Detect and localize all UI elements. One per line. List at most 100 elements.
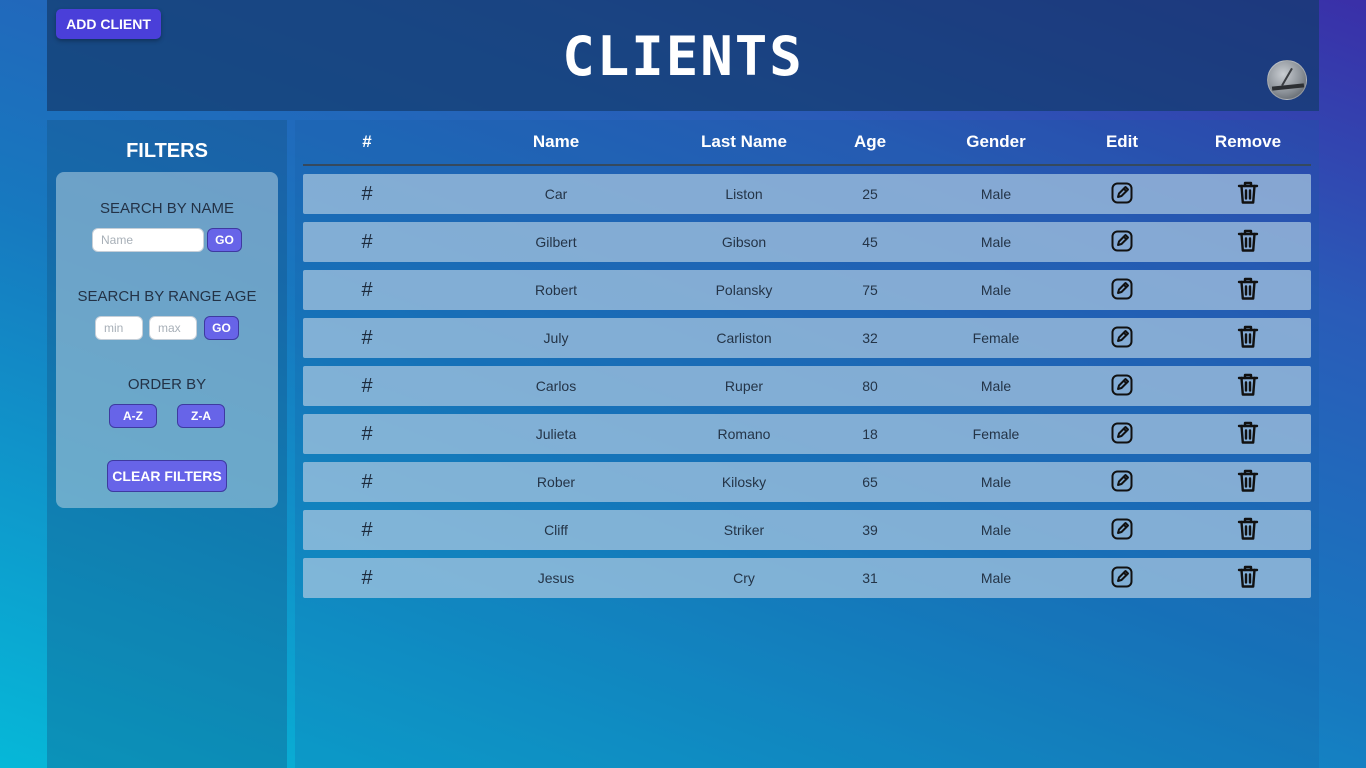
table-row: # Car Liston 25 Male <box>303 174 1311 214</box>
row-age: 18 <box>862 426 878 442</box>
row-hash: # <box>361 374 373 397</box>
trash-icon[interactable] <box>1236 324 1260 350</box>
row-name: July <box>543 330 569 346</box>
search-by-age-label: SEARCH BY RANGE AGE <box>77 288 257 305</box>
row-hash: # <box>361 422 373 445</box>
column-header-gender: Gender <box>966 132 1026 151</box>
order-az-button[interactable]: A-Z <box>109 404 157 428</box>
table-row: # Carlos Ruper 80 Male <box>303 366 1311 406</box>
row-gender: Male <box>980 378 1012 394</box>
row-gender: Female <box>972 330 1020 346</box>
age-search-go-button[interactable]: GO <box>204 316 239 340</box>
filters-title: FILTERS <box>126 140 208 162</box>
trash-icon[interactable] <box>1236 276 1260 302</box>
filters-sidebar: FILTERS SEARCH BY NAME GO SEARCH BY RANG… <box>47 120 287 768</box>
name-search-input[interactable] <box>92 228 204 252</box>
search-by-name-label: SEARCH BY NAME <box>100 200 234 217</box>
row-gender: Male <box>980 282 1012 298</box>
row-age: 45 <box>862 234 878 250</box>
trash-icon[interactable] <box>1236 468 1260 494</box>
order-za-button[interactable]: Z-A <box>177 404 225 428</box>
row-hash: # <box>361 230 373 253</box>
edit-icon[interactable] <box>1110 181 1134 205</box>
min-age-input[interactable] <box>95 316 143 340</box>
row-last-name: Carliston <box>716 330 772 346</box>
row-gender: Male <box>980 186 1012 202</box>
header: ADD CLIENT CLIENTS <box>47 0 1319 111</box>
edit-icon[interactable] <box>1110 517 1134 541</box>
row-hash: # <box>361 326 373 349</box>
row-name: Car <box>544 186 568 202</box>
row-age: 75 <box>862 282 878 298</box>
clear-filters-button[interactable]: CLEAR FILTERS <box>107 460 227 492</box>
row-gender: Female <box>972 426 1020 442</box>
row-name: Rober <box>536 474 576 490</box>
row-name: Jesus <box>537 570 575 586</box>
row-name: Gilbert <box>535 234 577 250</box>
row-age: 65 <box>862 474 878 490</box>
order-by-label: ORDER BY <box>127 376 207 393</box>
trash-icon[interactable] <box>1236 564 1260 590</box>
row-gender: Male <box>980 474 1012 490</box>
avatar-image-detail <box>1271 83 1305 91</box>
row-gender: Male <box>980 570 1012 586</box>
column-header-edit: Edit <box>1105 132 1139 151</box>
row-hash: # <box>361 182 373 205</box>
max-age-input[interactable] <box>149 316 197 340</box>
edit-icon[interactable] <box>1110 469 1134 493</box>
row-last-name: Polansky <box>715 282 773 298</box>
page-title: CLIENTS <box>562 25 804 88</box>
row-hash: # <box>361 278 373 301</box>
row-last-name: Romano <box>717 426 771 442</box>
user-avatar[interactable] <box>1267 60 1307 100</box>
row-name: Robert <box>534 282 578 298</box>
edit-icon[interactable] <box>1110 229 1134 253</box>
filters-card: SEARCH BY NAME GO SEARCH BY RANGE AGE GO… <box>56 172 278 508</box>
row-last-name: Striker <box>723 522 765 538</box>
trash-icon[interactable] <box>1236 228 1260 254</box>
table-row: # Cliff Striker 39 Male <box>303 510 1311 550</box>
table-row: # July Carliston 32 Female <box>303 318 1311 358</box>
trash-icon[interactable] <box>1236 180 1260 206</box>
row-last-name: Gibson <box>721 234 767 250</box>
table-row: # Julieta Romano 18 Female <box>303 414 1311 454</box>
edit-icon[interactable] <box>1110 325 1134 349</box>
row-last-name: Kilosky <box>721 474 767 490</box>
row-last-name: Ruper <box>724 378 764 394</box>
avatar-image-detail <box>1281 67 1293 87</box>
edit-icon[interactable] <box>1110 373 1134 397</box>
edit-icon[interactable] <box>1110 421 1134 445</box>
column-header-name: Name <box>532 132 580 151</box>
row-last-name: Liston <box>725 186 763 202</box>
table-row: # Robert Polansky 75 Male <box>303 270 1311 310</box>
clients-table-area: # Name Last Name Age Gender Edit Remove … <box>295 120 1319 768</box>
row-hash: # <box>361 518 373 541</box>
row-gender: Male <box>980 234 1012 250</box>
column-header-last-name: Last Name <box>701 132 787 151</box>
trash-icon[interactable] <box>1236 516 1260 542</box>
column-header-remove: Remove <box>1214 132 1282 151</box>
row-age: 39 <box>862 522 878 538</box>
row-age: 31 <box>862 570 878 586</box>
row-hash: # <box>361 566 373 589</box>
row-name: Carlos <box>535 378 577 394</box>
table-row: # Gilbert Gibson 45 Male <box>303 222 1311 262</box>
column-header-age: Age <box>853 132 887 151</box>
row-gender: Male <box>980 522 1012 538</box>
edit-icon[interactable] <box>1110 277 1134 301</box>
trash-icon[interactable] <box>1236 420 1260 446</box>
row-last-name: Cry <box>733 570 755 586</box>
row-age: 32 <box>862 330 878 346</box>
row-age: 25 <box>862 186 878 202</box>
column-header-number: # <box>362 132 372 151</box>
row-name: Cliff <box>544 522 568 538</box>
table-row: # Jesus Cry 31 Male <box>303 558 1311 598</box>
edit-icon[interactable] <box>1110 565 1134 589</box>
trash-icon[interactable] <box>1236 372 1260 398</box>
table-row: # Rober Kilosky 65 Male <box>303 462 1311 502</box>
row-name: Julieta <box>535 426 577 442</box>
name-search-go-button[interactable]: GO <box>207 228 242 252</box>
row-age: 80 <box>862 378 878 394</box>
table-body: # Car Liston 25 Male # Gilbert Gibson 45 Male # Rob… <box>303 174 1311 606</box>
row-hash: # <box>361 470 373 493</box>
